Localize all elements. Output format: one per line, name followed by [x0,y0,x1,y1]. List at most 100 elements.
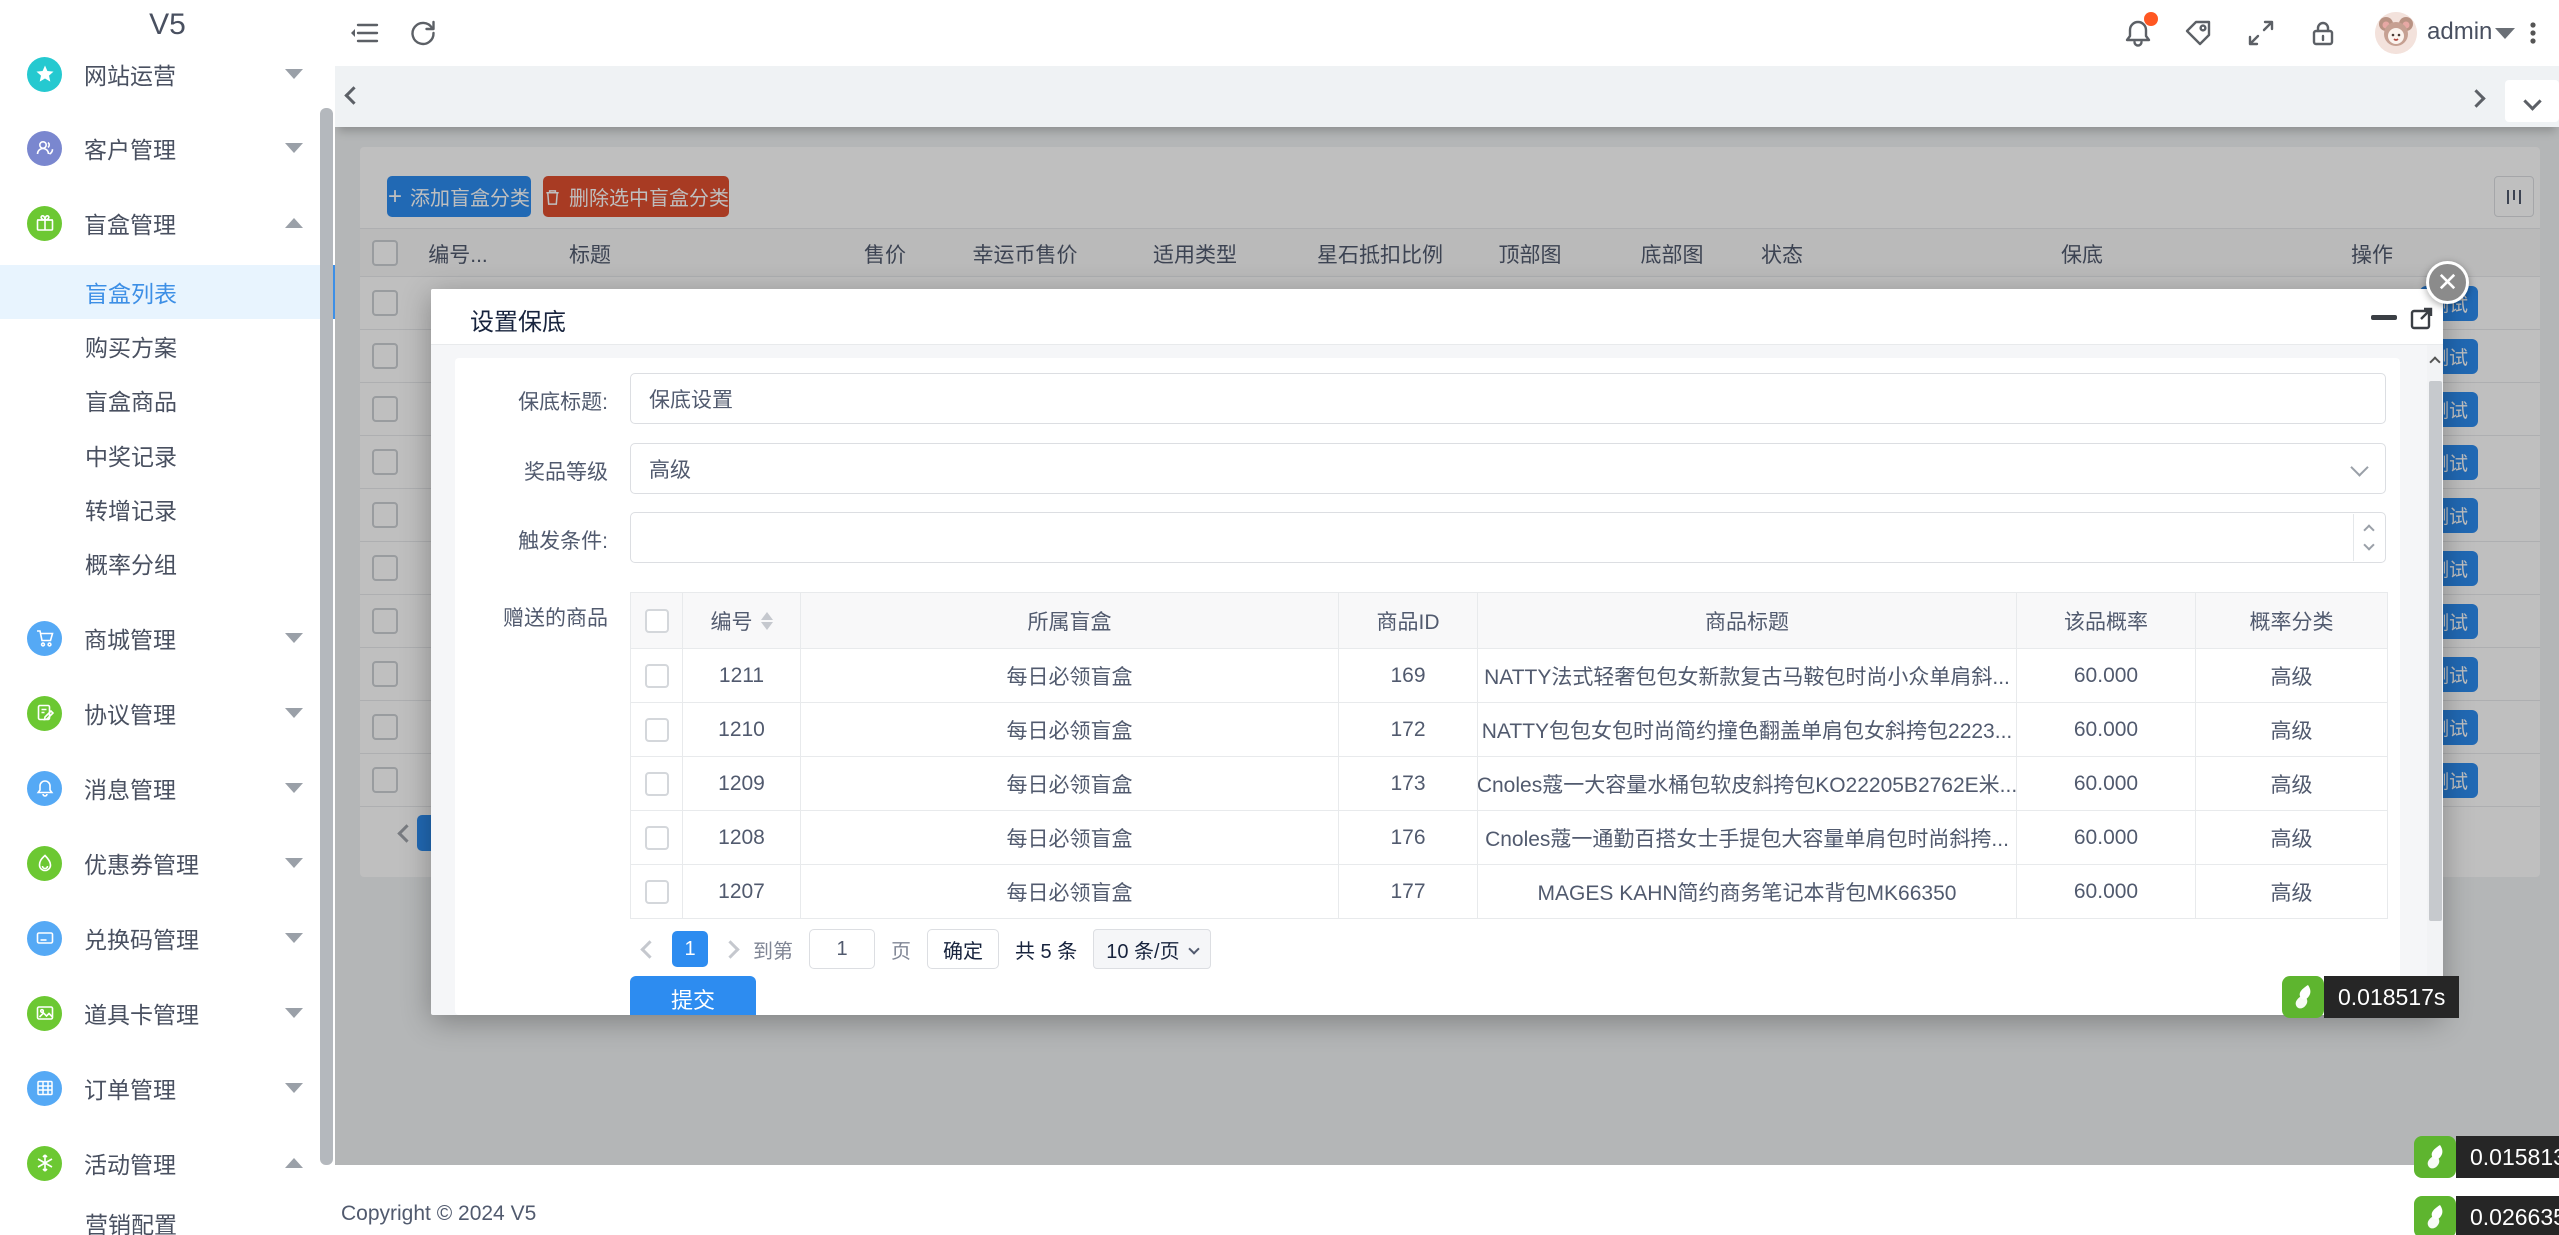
sidebar-item-label: 商城管理 [84,621,176,655]
sidebar-item-agreements[interactable]: 协议管理 [0,694,335,732]
sidebar-subitem-blindbox-goods[interactable]: 盲盒商品 [0,373,335,427]
perf-badge: 0.018517s [2282,976,2459,1018]
next-page-icon[interactable] [721,940,739,958]
star-icon [27,57,62,92]
orders-icon [27,1071,62,1106]
sidebar-subitem-marketing-config[interactable]: 营销配置 [0,1196,335,1235]
sidebar-item-label: 协议管理 [84,696,176,730]
number-spinner[interactable] [2353,514,2383,561]
cell-product-id: 177 [1339,865,1478,918]
sort-icons[interactable] [761,612,773,630]
sidebar-subitem-purchase-plan[interactable]: 购买方案 [0,319,335,373]
tabs-menu-button[interactable] [2505,80,2559,122]
goto-prefix: 到第 [753,935,793,964]
user-chevron-down-icon[interactable] [2495,28,2515,39]
sidebar-item-prop-cards[interactable]: 道具卡管理 [0,994,335,1032]
minimize-icon[interactable] [2371,315,2397,320]
sidebar-subitem-transfer-records[interactable]: 转增记录 [0,482,335,536]
scroll-up-icon[interactable] [2427,349,2443,375]
select-all-checkbox[interactable] [645,609,669,633]
floor-title-input[interactable] [630,373,2386,424]
sidebar-subitem-probability-groups[interactable]: 概率分组 [0,536,335,590]
page-1-button[interactable]: 1 [672,931,708,967]
chevron-up-icon [285,218,303,228]
prize-level-select[interactable]: 高级 [630,443,2386,494]
sidebar-subitem-label: 概率分组 [85,546,177,580]
page-footer: Copyright © 2024 V5 [335,1165,2559,1235]
sidebar-subitem-label: 营销配置 [85,1206,177,1235]
row-checkbox[interactable] [645,664,669,688]
sidebar-item-redeem-codes[interactable]: 兑换码管理 [0,919,335,957]
perf-time: 0.026635s [2456,1196,2559,1235]
modal-close-button[interactable]: ✕ [2426,261,2469,304]
row-checkbox[interactable] [645,772,669,796]
goto-confirm-button[interactable]: 确定 [927,929,999,969]
sidebar-item-customers[interactable]: 客户管理 [0,129,335,167]
avatar[interactable] [2375,12,2417,54]
modal-title: 设置保底 [470,302,566,337]
tag-icon[interactable] [2180,15,2216,51]
sidebar-item-label: 优惠券管理 [84,846,199,880]
sidebar-item-site-ops[interactable]: 网站运营 [0,55,335,93]
chevron-down-icon [285,1008,303,1018]
row-checkbox[interactable] [645,880,669,904]
sidebar-item-activities[interactable]: 活动管理 [0,1144,335,1182]
col-header-product-id: 商品ID [1339,593,1478,648]
fullscreen-icon[interactable] [2243,15,2279,51]
spinner-up-icon[interactable] [2363,524,2374,535]
sidebar-subitem-blindbox-list[interactable]: 盲盒列表 [0,265,335,319]
chevron-down-icon [285,1083,303,1093]
cell-product-id: 172 [1339,703,1478,756]
username[interactable]: admin [2427,18,2492,46]
chevron-down-icon [2523,92,2541,110]
chevron-down-icon [285,69,303,79]
prop-card-icon [27,996,62,1031]
perf-leaf-icon [2414,1196,2456,1235]
lock-icon[interactable] [2305,15,2341,51]
row-checkbox[interactable] [645,826,669,850]
users-icon [27,131,62,166]
sidebar-item-label: 盲盒管理 [84,206,176,240]
page-size-select[interactable]: 10 条/页 [1093,929,1210,969]
refresh-icon[interactable] [405,15,441,51]
sidebar-item-coupons[interactable]: 优惠券管理 [0,844,335,882]
sidebar-subitem-winning-records[interactable]: 中奖记录 [0,428,335,482]
tabs-scroll-left-icon[interactable] [344,86,362,104]
goto-page-input[interactable]: 1 [809,929,875,969]
menu-fold-icon[interactable] [347,15,383,51]
scrollbar-thumb[interactable] [2429,381,2442,921]
col-header-id[interactable]: 编号 [683,593,801,648]
sidebar-item-orders[interactable]: 订单管理 [0,1069,335,1107]
perf-time: 0.015813s [2456,1136,2559,1178]
sidebar-scrollbar[interactable] [320,108,333,1165]
submit-button[interactable]: 提交 [630,976,756,1015]
total-count: 共 5 条 [1015,935,1077,964]
trigger-condition-input[interactable] [630,512,2386,563]
cell-box: 每日必领盲盒 [801,649,1339,702]
table-row: 1210 每日必领盲盒 172 NATTY包包女包时尚简约撞色翻盖单肩包女斜挎包… [631,703,2387,757]
row-checkbox[interactable] [645,718,669,742]
set-floor-modal: 设置保底 保底标题: 奖品等级 高级 触发条件: 赠送的商品 编号 所属盲 [431,289,2443,1015]
notification-bell-icon[interactable] [2120,15,2156,51]
cell-probability: 60.000 [2017,703,2196,756]
chevron-down-icon [285,858,303,868]
maximize-icon[interactable] [2409,305,2435,331]
modal-scrollbar[interactable] [2427,345,2443,1015]
modal-title-bar: 设置保底 [431,289,2443,345]
sidebar: V5 网站运营 客户管理 盲盒管理 盲盒列表 购买方案 [0,0,335,1235]
bell-icon [27,771,62,806]
gift-table-header: 编号 所属盲盒 商品ID 商品标题 该品概率 概率分类 [631,593,2387,649]
kebab-menu-icon[interactable] [2515,15,2551,51]
gift-products-label: 赠送的商品 [458,602,608,632]
sidebar-item-mall[interactable]: 商城管理 [0,619,335,657]
spinner-down-icon[interactable] [2363,539,2374,550]
prev-page-icon[interactable] [640,940,658,958]
cell-id: 1209 [683,757,801,810]
sidebar-item-blindbox[interactable]: 盲盒管理 [0,204,335,242]
chevron-up-icon [285,1158,303,1168]
sidebar-item-label: 兑换码管理 [84,921,199,955]
close-icon: ✕ [2437,267,2459,298]
gift-products-table: 编号 所属盲盒 商品ID 商品标题 该品概率 概率分类 1211 每日必领盲盒 … [630,592,2388,919]
sidebar-item-messages[interactable]: 消息管理 [0,769,335,807]
agreement-icon [27,696,62,731]
